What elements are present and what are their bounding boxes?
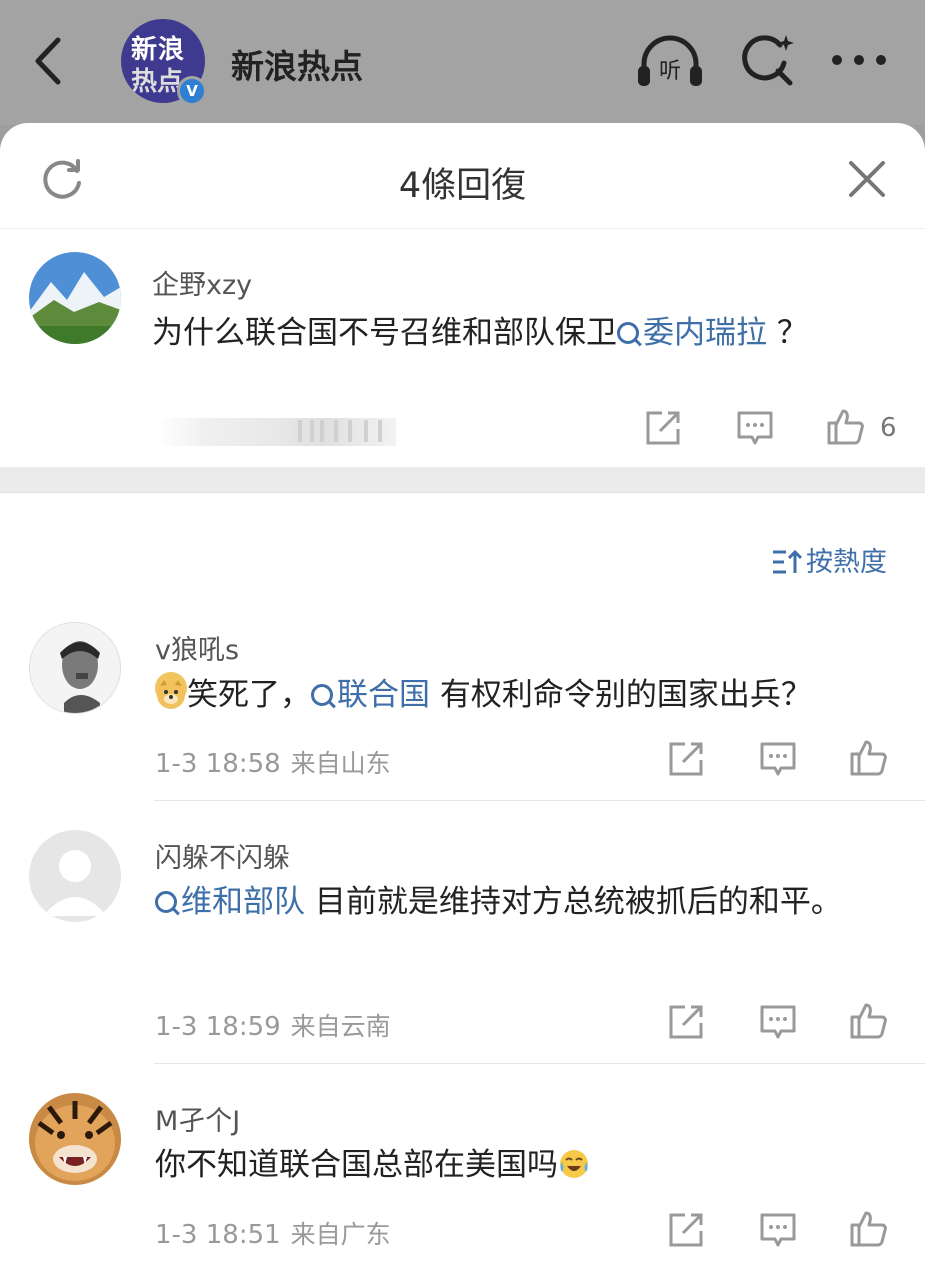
share-icon[interactable] (667, 1211, 705, 1249)
doge-emoji-icon (155, 672, 187, 709)
reply-text: 维和部队 目前就是维持对方总统被抓后的和平。 (155, 874, 875, 931)
mountain-landscape-image (29, 252, 121, 344)
topic-label: 联合国 (337, 677, 430, 713)
avatar-man-portrait[interactable] (29, 622, 121, 714)
like-thumb-icon[interactable] (826, 407, 864, 445)
back-arrow-icon[interactable] (28, 36, 68, 86)
comment-icon[interactable] (759, 740, 797, 778)
search-sparkle-icon[interactable] (740, 33, 794, 87)
reply-time: 1-3 18:51 (155, 1220, 281, 1250)
sort-label: 按熱度 (806, 547, 887, 578)
comment-icon[interactable] (736, 409, 774, 447)
topic-label: 维和部队 (181, 884, 305, 920)
laugh-cry-emoji-icon (558, 1142, 590, 1178)
reply-username[interactable]: M孑个J (155, 1099, 240, 1138)
sort-icon (773, 549, 802, 574)
like-thumb-icon[interactable] (849, 738, 887, 776)
reply-separator (154, 800, 925, 801)
reply-text: 笑死了， 联合国 有权利命令别的国家出兵？ (155, 667, 895, 724)
comment-icon[interactable] (759, 1211, 797, 1249)
portrait-image (30, 623, 120, 713)
sheet-header: 4條回復 (0, 123, 925, 229)
tiger-face-image (29, 1093, 121, 1185)
topic-search-icon (617, 322, 639, 344)
replies-sheet: 4條回復 企野xzy 为什么联合国不号召维和部队保卫 委内瑞拉 ？ 6 按熱度 … (0, 123, 925, 1280)
share-icon[interactable] (667, 1003, 705, 1041)
topic-link[interactable]: 联合国 (311, 677, 430, 713)
comment-text: 为什么联合国不号召维和部队保卫 委内瑞拉 ？ (152, 305, 892, 362)
avatar-tiger[interactable] (29, 1093, 121, 1185)
comment-text-part: 为什么联合国不号召维和部队保卫 (152, 315, 617, 351)
logo-text-line2: 热点 (131, 67, 184, 97)
comment-icon[interactable] (759, 1003, 797, 1041)
section-divider (0, 467, 925, 493)
topic-label: 委内瑞拉 (643, 315, 767, 351)
top-navigation-bar: 新浪 热点 V 新浪热点 听 (0, 0, 925, 125)
account-name[interactable]: 新浪热点 (231, 40, 363, 88)
reply-text-part: 笑死了， (187, 677, 311, 713)
reply-text: 你不知道联合国总部在美国吗 (155, 1137, 895, 1194)
topic-search-icon (311, 684, 333, 706)
reply-username[interactable]: 闪躲不闪躲 (155, 836, 290, 875)
sort-by-hot-button[interactable]: 按熱度 (772, 540, 887, 579)
comment-username[interactable]: 企野xzy (152, 263, 252, 302)
reply-text-part: 目前就是维持对方总统被抓后的和平。 (305, 884, 842, 920)
reply-username[interactable]: v狼吼s (155, 628, 239, 667)
reply-separator (154, 1063, 925, 1064)
close-icon[interactable] (847, 159, 887, 199)
reply-location: 来自云南 (290, 1012, 391, 1041)
svg-text:听: 听 (659, 59, 681, 84)
avatar-mountain[interactable] (29, 252, 121, 344)
share-icon[interactable] (667, 740, 705, 778)
reply-meta: 1-3 18:51 来自广东 (155, 1215, 391, 1251)
verified-badge-icon: V (177, 76, 207, 106)
reply-text-part: 你不知道联合国总部在美国吗 (155, 1147, 558, 1183)
like-thumb-icon[interactable] (849, 1001, 887, 1039)
reply-location: 来自广东 (290, 1220, 391, 1249)
reply-time: 1-3 18:59 (155, 1012, 281, 1042)
like-count: 6 (880, 413, 897, 443)
topic-link[interactable]: 维和部队 (155, 884, 305, 920)
redacted-text (158, 418, 396, 446)
reply-meta: 1-3 18:58 来自山东 (155, 744, 391, 780)
reply-meta: 1-3 18:59 来自云南 (155, 1007, 391, 1043)
listen-headphones-icon[interactable]: 听 (636, 34, 704, 90)
reply-location: 来自山东 (290, 749, 391, 778)
more-options-icon[interactable] (830, 48, 888, 72)
reply-text-part: 有权利命令别的国家出兵？ (430, 677, 812, 713)
comment-text-part: ？ (767, 315, 808, 351)
sheet-title: 4條回復 (398, 166, 527, 206)
default-user-icon (29, 830, 121, 922)
reply-time: 1-3 18:58 (155, 749, 281, 779)
topic-link[interactable]: 委内瑞拉 (617, 315, 767, 351)
topic-search-icon (155, 891, 177, 913)
share-icon[interactable] (644, 409, 682, 447)
like-thumb-icon[interactable] (849, 1209, 887, 1247)
avatar-default[interactable] (29, 830, 121, 922)
